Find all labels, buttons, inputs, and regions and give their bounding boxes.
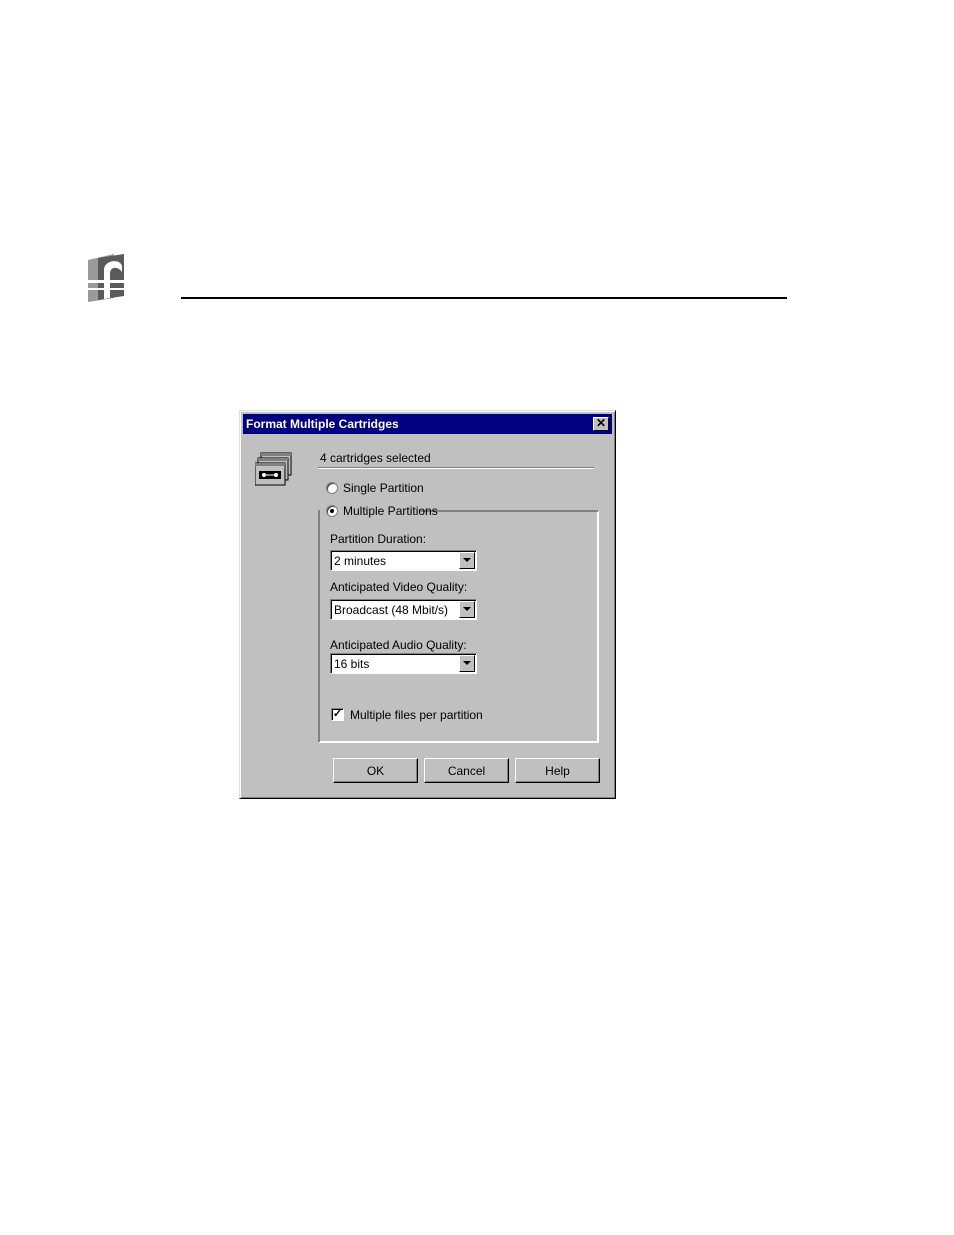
multiple-partitions-label: Multiple Partitions [343,504,438,518]
single-partition-radio[interactable] [326,482,338,494]
chevron-down-icon[interactable] [459,601,475,618]
help-button[interactable]: Help [515,758,600,783]
video-quality-value: Broadcast (48 Mbit/s) [334,603,449,617]
company-logo-icon [84,252,130,302]
multiple-files-label: Multiple files per partition [350,708,483,722]
audio-quality-label: Anticipated Audio Quality: [330,638,467,652]
partition-duration-value: 2 minutes [334,554,387,568]
multiple-partitions-radio[interactable] [326,505,338,517]
check-icon: ✓ [332,708,343,720]
audio-quality-select[interactable]: 16 bits [330,653,477,674]
close-icon: ✕ [595,416,607,430]
single-partition-label: Single Partition [343,481,424,495]
dialog-title-bar[interactable]: Format Multiple Cartridges ✕ [243,414,612,434]
chevron-down-icon[interactable] [459,655,475,672]
video-quality-label: Anticipated Video Quality: [330,580,468,594]
document-page: Format Multiple Cartridges ✕ 4 cartridge… [0,0,954,1235]
multiple-files-checkbox[interactable]: ✓ [331,708,344,721]
audio-quality-value: 16 bits [334,657,370,671]
multiple-partitions-radio-option[interactable]: Multiple Partitions [320,504,438,518]
chevron-down-icon[interactable] [459,552,475,569]
selection-count-text: 4 cartridges selected [320,451,431,465]
separator-line [318,467,594,469]
partition-duration-select[interactable]: 2 minutes [330,550,477,571]
format-multiple-cartridges-dialog: Format Multiple Cartridges ✕ 4 cartridge… [239,410,616,799]
partition-duration-label: Partition Duration: [330,532,427,546]
tape-cartridge-icon [255,452,292,486]
cancel-button[interactable]: Cancel [424,758,509,783]
close-button[interactable]: ✕ [593,417,609,431]
video-quality-select[interactable]: Broadcast (48 Mbit/s) [330,599,477,620]
radio-selected-dot [330,509,334,513]
ok-button[interactable]: OK [333,758,418,783]
dialog-title: Format Multiple Cartridges [246,417,399,431]
header-rule [181,297,787,299]
